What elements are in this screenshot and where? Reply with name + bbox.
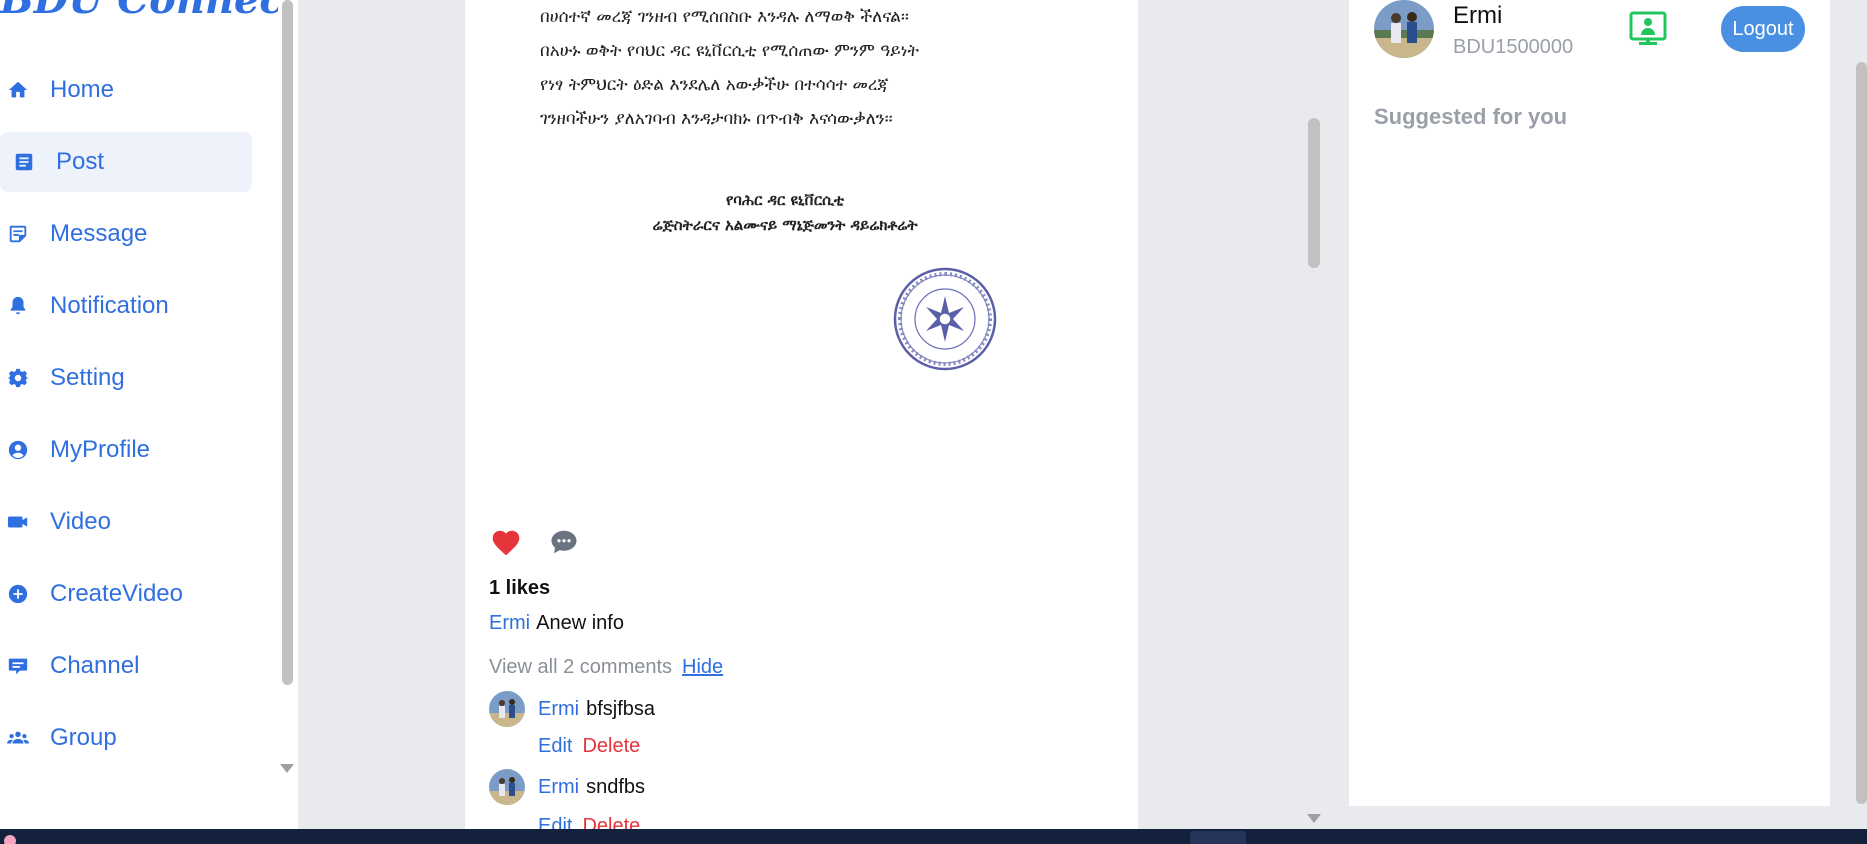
gear-icon bbox=[6, 366, 30, 390]
post-document-signature: የባሕር ዳር ዩኒቨርሲቲ ሬጅስትራርና አልሙናይ ማኔጅመንት ዳይሬክ… bbox=[565, 188, 1005, 238]
sidebar-item-label: MyProfile bbox=[50, 436, 151, 463]
group-icon bbox=[6, 726, 30, 750]
sidebar-item-myprofile[interactable]: MyProfile bbox=[0, 420, 252, 480]
comment-author-link[interactable]: Ermi bbox=[538, 698, 579, 721]
sidebar-item-label: Group bbox=[50, 724, 117, 751]
sidebar-item-group[interactable]: Group bbox=[0, 708, 252, 768]
sidebar-item-channel[interactable]: Channel bbox=[0, 636, 252, 696]
comment-item: Ermi bfsjfbsa bbox=[489, 689, 655, 729]
avatar[interactable] bbox=[489, 769, 525, 805]
document-line: በአሁኑ ወቅት የባህር ዳር ዩኒቨርሲቲ የሚሰጠው ምንም ዓይነት bbox=[540, 41, 919, 61]
edit-comment-button[interactable]: Edit bbox=[538, 735, 572, 757]
sidebar-item-setting[interactable]: Setting bbox=[0, 348, 252, 408]
plus-circle-icon bbox=[6, 582, 30, 606]
delete-comment-button[interactable]: Delete bbox=[582, 735, 640, 757]
post-document-text: በሀሰተኛ መረጃ ገንዘብ የሚሰበስቡ እንዳሉ ለማወቅ ችለናል፡፡ በ… bbox=[540, 0, 1020, 136]
sidebar-scrollbar-thumb[interactable] bbox=[282, 0, 293, 685]
sidebar-item-label: Setting bbox=[50, 364, 125, 391]
comment-actions: Edit Delete bbox=[538, 815, 640, 829]
sidebar: BDU Connect Home Post Message Notificati… bbox=[0, 0, 298, 829]
sidebar-item-label: Channel bbox=[50, 652, 140, 679]
sidebar-item-home[interactable]: Home bbox=[0, 60, 252, 120]
sidebar-item-label: CreateVideo bbox=[50, 580, 183, 607]
video-conference-icon[interactable] bbox=[1627, 7, 1669, 49]
channel-icon bbox=[6, 654, 30, 678]
signature-line: የባሕር ዳር ዩኒቨርሲቲ bbox=[725, 191, 845, 209]
post-actions bbox=[489, 525, 581, 559]
view-all-comments-text[interactable]: View all 2 comments bbox=[489, 656, 672, 678]
sidebar-item-message[interactable]: Message bbox=[0, 204, 252, 264]
sidebar-item-label: Notification bbox=[50, 292, 169, 319]
comment-text: bfsjfbsa bbox=[586, 697, 656, 720]
likes-count: 1 likes bbox=[489, 577, 551, 599]
like-heart-icon[interactable] bbox=[489, 525, 523, 559]
edit-comment-button[interactable]: Edit bbox=[538, 815, 572, 829]
delete-comment-button[interactable]: Delete bbox=[582, 815, 640, 829]
document-line: የነፃ ትምህርት ዕድል እንደሌለ አውቃችሁ በተሳሳተ መረጃ bbox=[540, 75, 889, 95]
start-icon[interactable] bbox=[4, 835, 16, 844]
caption-author-link[interactable]: Ermi bbox=[489, 612, 530, 634]
sidebar-item-post[interactable]: Post bbox=[0, 132, 252, 192]
post-icon bbox=[12, 150, 36, 174]
post-caption: Ermi Anew info bbox=[489, 612, 624, 635]
sidebar-item-video[interactable]: Video bbox=[0, 492, 252, 552]
sidebar-item-label: Video bbox=[50, 508, 111, 535]
sidebar-item-label: Home bbox=[50, 76, 115, 103]
brand-logo[interactable]: BDU Connect bbox=[0, 0, 298, 23]
document-line: በሀሰተኛ መረጃ ገንዘብ የሚሰበስቡ እንዳሉ ለማወቅ ችለናል፡፡ bbox=[540, 7, 909, 27]
user-circle-icon bbox=[6, 438, 30, 462]
bell-icon bbox=[6, 294, 30, 318]
os-taskbar bbox=[0, 829, 1867, 844]
signature-line: ሬጅስትራርና አልሙናይ ማኔጅመንት ዳይሬክቶሬት bbox=[652, 216, 918, 234]
sidebar-item-createvideo[interactable]: CreateVideo bbox=[0, 564, 252, 624]
document-line: ገንዘባችሁን ያለአገባብ እንዳታባክኑ በጥብቅ እናሳውቃለን፡፡ bbox=[540, 109, 893, 129]
avatar[interactable] bbox=[1374, 0, 1434, 58]
sidebar-scroll-down-arrow[interactable] bbox=[280, 764, 294, 773]
view-comments-row: View all 2 comments Hide bbox=[489, 656, 723, 679]
comment-text: sndfbs bbox=[586, 775, 646, 798]
comment-actions: Edit Delete bbox=[538, 735, 640, 758]
home-icon bbox=[6, 78, 30, 102]
profile-user-id: BDU1500000 bbox=[1453, 36, 1574, 58]
message-icon bbox=[6, 222, 30, 246]
profile-name[interactable]: Ermi bbox=[1453, 2, 1502, 30]
feed-scroll-down-arrow[interactable] bbox=[1307, 814, 1321, 823]
sidebar-item-label: Post bbox=[56, 148, 105, 175]
video-camera-icon bbox=[6, 510, 30, 534]
comment-author-link[interactable]: Ermi bbox=[538, 776, 579, 799]
sidebar-item-notification[interactable]: Notification bbox=[0, 276, 252, 336]
caption-text: Anew info bbox=[536, 612, 624, 634]
page-scrollbar-thumb[interactable] bbox=[1856, 62, 1867, 804]
logout-button[interactable]: Logout bbox=[1721, 6, 1805, 52]
avatar[interactable] bbox=[489, 691, 525, 727]
comment-bubble-icon[interactable] bbox=[547, 525, 581, 559]
right-panel: Ermi BDU1500000 Logout Suggested for you bbox=[1349, 0, 1830, 806]
feed-scrollbar-thumb[interactable] bbox=[1308, 118, 1320, 268]
hide-comments-link[interactable]: Hide bbox=[682, 656, 723, 678]
sidebar-item-label: Message bbox=[50, 220, 148, 247]
post-card: በሀሰተኛ መረጃ ገንዘብ የሚሰበስቡ እንዳሉ ለማወቅ ችለናል፡፡ በ… bbox=[465, 0, 1138, 829]
official-seal-stamp bbox=[893, 267, 997, 371]
taskbar-app-button[interactable] bbox=[1190, 831, 1246, 844]
comment-item: Ermi sndfbs bbox=[489, 767, 645, 807]
suggested-heading: Suggested for you bbox=[1374, 104, 1568, 129]
